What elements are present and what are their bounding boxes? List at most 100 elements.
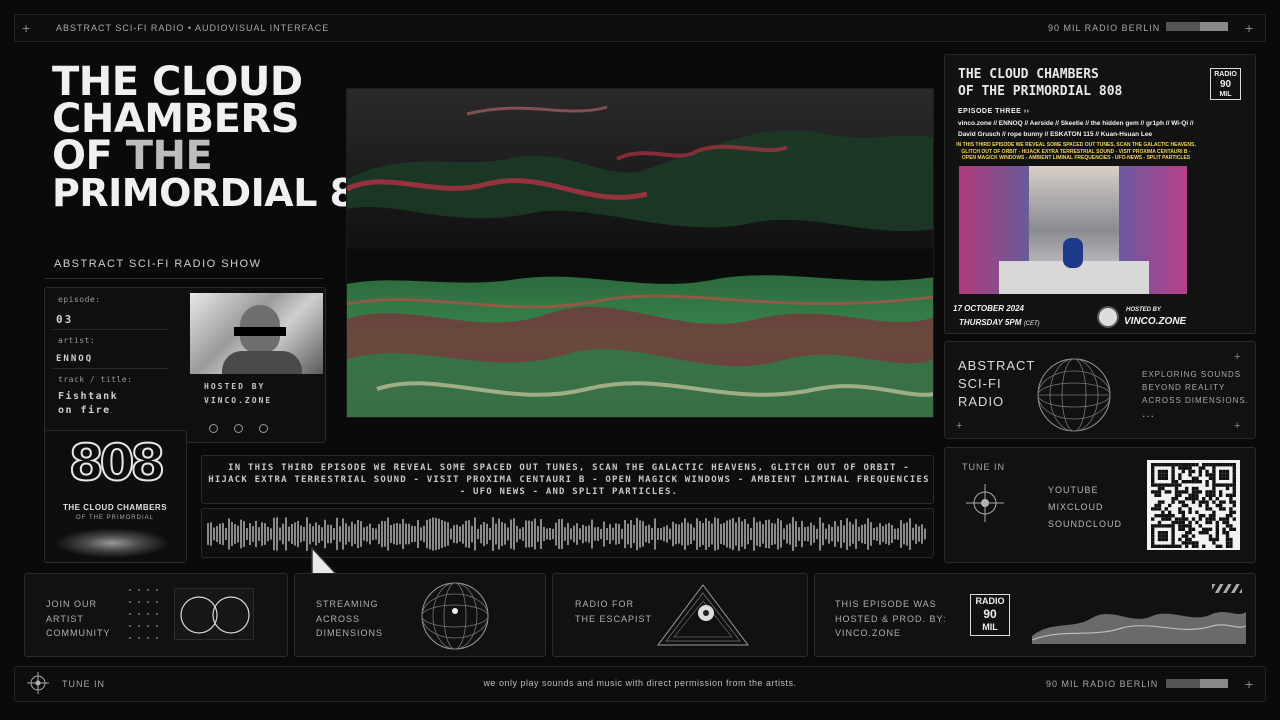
qr-module [1219, 503, 1223, 508]
qr-module [1188, 473, 1192, 477]
grid-dot [147, 601, 149, 603]
mixcloud-link[interactable]: MIXCLOUD [1048, 502, 1104, 512]
qr-module [1161, 500, 1165, 504]
qr-module [1222, 473, 1226, 477]
join-community-text: JOIN OUR ARTIST COMMUNITY [46, 599, 111, 638]
qr-module [1188, 493, 1192, 497]
hosted-by-label: HOSTED BY [204, 382, 266, 391]
qr-module [1161, 524, 1165, 528]
qr-module [1181, 534, 1185, 538]
qr-module [1202, 463, 1206, 467]
qr-module [1178, 507, 1182, 511]
qr-module [1208, 534, 1213, 538]
qr-module [1232, 510, 1236, 514]
waveform-bar [546, 528, 548, 540]
waveform-bar [885, 524, 887, 544]
waveform-bar [906, 522, 908, 546]
waveform-bar [540, 519, 542, 549]
track-value-2: on fire [58, 405, 111, 416]
main-video[interactable] [346, 88, 934, 418]
waveform-bar [435, 517, 437, 551]
grid-dot [129, 613, 131, 615]
qr-module [1151, 466, 1155, 470]
qr-module [1161, 486, 1165, 491]
globe-icon [421, 582, 489, 650]
waveform-bar [354, 524, 356, 544]
qr-module [1212, 517, 1216, 521]
vinco-logo [1097, 306, 1119, 328]
qr-module [1212, 483, 1216, 487]
crosshair-icon [966, 484, 1004, 522]
pagination-dots[interactable] [209, 424, 269, 434]
808-logo-mark: 808 [68, 433, 166, 493]
qr-module [1157, 473, 1162, 477]
qr-module [1185, 490, 1189, 494]
waveform-bar [210, 522, 212, 546]
qr-module [1191, 476, 1196, 480]
qr-module [1191, 490, 1196, 494]
waveform-bar [681, 522, 683, 546]
qr-module [1191, 544, 1196, 548]
qr-module [1195, 490, 1199, 494]
waveform-bar [225, 528, 227, 540]
waveform-bar [507, 527, 509, 541]
qr-module [1171, 544, 1175, 548]
hosted-by-value: VINCO.ZONE [204, 396, 273, 405]
qr-module [1208, 537, 1213, 542]
qr-module [1161, 534, 1165, 538]
qr-module [1195, 493, 1199, 497]
qr-module [1215, 463, 1219, 467]
waveform-bar [300, 525, 302, 543]
qr-module [1171, 534, 1175, 538]
poster-time: THURSDAY 5PM (CET) [959, 318, 1040, 327]
page-dot[interactable] [234, 424, 243, 433]
qr-module [1225, 483, 1230, 487]
footer-tune-in[interactable]: TUNE IN [62, 679, 105, 689]
waveform-bar [531, 521, 533, 547]
waveform-bar [477, 528, 479, 540]
waveform-bar [348, 526, 350, 542]
page-dot[interactable] [209, 424, 218, 433]
waveform-bar [426, 519, 428, 549]
qr-module [1185, 541, 1189, 545]
waveform-bar [864, 523, 866, 545]
qr-module [1229, 497, 1233, 501]
waveform-bar [237, 525, 239, 543]
waveform-bar [351, 521, 353, 547]
waveform-bar [423, 525, 425, 543]
qr-module [1212, 463, 1216, 467]
waveform-bar [363, 527, 365, 541]
grid-dot [138, 601, 140, 603]
youtube-link[interactable]: YOUTUBE [1048, 485, 1099, 495]
qr-module [1188, 541, 1192, 545]
tune-in-label: TUNE IN [962, 462, 1005, 472]
qr-module [1157, 524, 1162, 528]
qr-module [1232, 486, 1236, 491]
waveform-bar [870, 522, 872, 546]
waveform-bar [558, 519, 560, 549]
waveform-bar [798, 527, 800, 541]
waveform-bar [384, 521, 386, 547]
qr-module [1191, 497, 1196, 501]
waveform-bar [897, 528, 899, 540]
qr-module [1215, 537, 1219, 542]
qr-code-icon[interactable] [1147, 460, 1240, 550]
soundcloud-link[interactable]: SOUNDCLOUD [1048, 519, 1122, 529]
qr-module [1219, 493, 1223, 497]
waveform-bar [591, 519, 593, 549]
qr-module [1225, 534, 1230, 538]
qr-module [1188, 520, 1192, 525]
qr-module [1178, 493, 1182, 497]
qr-module [1164, 514, 1168, 518]
qr-module [1191, 493, 1196, 497]
waveform-bar [462, 524, 464, 544]
waveform-bar [213, 527, 215, 541]
page-dot[interactable] [259, 424, 268, 433]
qr-module [1171, 476, 1175, 480]
waveform-bar [741, 521, 743, 547]
waveform-bar [240, 519, 242, 549]
waveform-bar [444, 521, 446, 547]
qr-module [1151, 507, 1155, 511]
waveform-bar [813, 525, 815, 543]
qr-module [1198, 514, 1202, 518]
